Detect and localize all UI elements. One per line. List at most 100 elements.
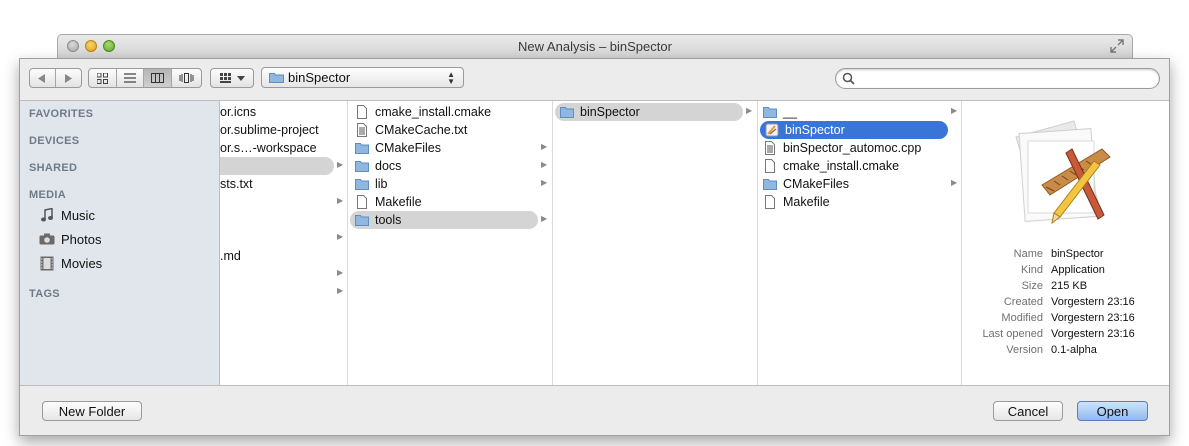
column-view-button[interactable] <box>144 69 172 87</box>
folder-icon <box>763 179 777 190</box>
folder-icon <box>560 107 574 118</box>
search-input[interactable] <box>858 71 1152 87</box>
toolbar: binSpector ▲ ▼ <box>20 59 1169 100</box>
music-note-icon <box>38 208 55 222</box>
search-field[interactable] <box>835 68 1160 89</box>
meta-value: Vorgestern 23:16 <box>1051 328 1135 340</box>
application-preview-icon <box>1015 120 1111 225</box>
item-label: sts.txt <box>220 177 253 191</box>
list-item[interactable]: or.s…-workspace <box>220 139 317 157</box>
list-item-selected[interactable]: binSpector <box>760 121 948 139</box>
disclosure-arrow-icon: ▶ <box>541 160 548 169</box>
meta-value: Application <box>1051 264 1105 276</box>
item-label: cmake_install.cmake <box>375 105 492 119</box>
item-label: binSpector <box>580 105 640 119</box>
meta-row-name: Name binSpector <box>962 248 1169 264</box>
meta-label: Name <box>1013 248 1043 260</box>
disclosure-arrow-icon: ▶ <box>337 160 344 169</box>
back-button[interactable] <box>30 69 56 87</box>
list-item[interactable]: cmake_install.cmake <box>355 103 491 121</box>
meta-label: Version <box>1006 344 1043 356</box>
meta-value: Vorgestern 23:16 <box>1051 312 1135 324</box>
item-label: cmake_install.cmake <box>783 159 900 173</box>
open-button[interactable]: Open <box>1077 401 1148 421</box>
item-label: or.sublime-project <box>220 123 319 137</box>
fullscreen-icon[interactable] <box>1110 39 1124 53</box>
meta-value: 215 KB <box>1051 280 1088 292</box>
list-item[interactable]: docs <box>355 157 401 175</box>
item-label: tools <box>375 213 402 227</box>
browser-column-1: or.icns or.sublime-project or.s…-workspa… <box>220 101 348 385</box>
list-item[interactable]: Makefile <box>355 193 422 211</box>
folder-icon <box>355 179 369 190</box>
item-label: CMakeFiles <box>375 141 441 155</box>
new-folder-button[interactable]: New Folder <box>42 401 142 421</box>
list-view-button[interactable] <box>117 69 145 87</box>
location-popup[interactable]: binSpector ▲ ▼ <box>261 67 464 88</box>
list-item[interactable]: or.sublime-project <box>220 121 319 139</box>
icon-view-icon <box>96 72 108 84</box>
sidebar-heading-tags: TAGS <box>29 288 60 300</box>
application-icon <box>765 123 779 137</box>
item-label: CMakeFiles <box>783 177 849 191</box>
folder-icon <box>355 143 369 154</box>
sidebar-item-label: Music <box>61 207 95 223</box>
sidebar: FAVORITES DEVICES SHARED MEDIA Music Pho… <box>20 101 220 385</box>
forward-button[interactable] <box>56 69 81 87</box>
disclosure-arrow-icon: ▶ <box>951 106 958 115</box>
list-item[interactable]: or.icns <box>220 103 256 121</box>
list-item[interactable]: cmake_install.cmake <box>763 157 899 175</box>
window-titlebar: New Analysis – binSpector <box>57 34 1133 58</box>
forward-arrow-icon <box>65 73 73 83</box>
text-document-icon <box>357 123 367 137</box>
document-icon <box>765 159 775 173</box>
sidebar-item-movies[interactable]: Movies <box>38 253 102 273</box>
item-label: lib <box>375 177 388 191</box>
disclosure-arrow-icon: ▶ <box>337 196 344 205</box>
folder-icon <box>763 107 777 118</box>
chevron-down-icon <box>236 75 245 81</box>
view-mode-selector <box>88 68 202 88</box>
meta-row-created: Created Vorgestern 23:16 <box>962 296 1169 312</box>
list-item[interactable]: CMakeCache.txt <box>355 121 467 139</box>
list-item[interactable]: binSpector_automoc.cpp <box>763 139 921 157</box>
icon-view-button[interactable] <box>89 69 117 87</box>
list-item[interactable]: .md <box>220 247 241 265</box>
item-label: .md <box>220 249 241 263</box>
disclosure-arrow-icon: ▶ <box>541 214 548 223</box>
folder-icon <box>355 161 369 172</box>
popup-arrows-icon: ▲ ▼ <box>447 70 455 86</box>
sidebar-item-music[interactable]: Music <box>38 205 95 225</box>
item-label: or.s…-workspace <box>220 141 317 155</box>
list-item[interactable]: lib <box>355 175 388 193</box>
sidebar-item-photos[interactable]: Photos <box>38 229 101 249</box>
meta-row-version: Version 0.1-alpha <box>962 344 1169 360</box>
disclosure-arrow-icon: ▶ <box>337 268 344 277</box>
meta-label: Modified <box>1001 312 1043 324</box>
list-item[interactable]: sts.txt <box>220 175 253 193</box>
document-icon <box>357 195 367 209</box>
item-label: Makefile <box>375 195 422 209</box>
list-item-selected-path[interactable]: tools <box>350 211 538 229</box>
disclosure-arrow-icon: ▶ <box>541 142 548 151</box>
meta-value: 0.1-alpha <box>1051 344 1097 356</box>
list-item-selected-path[interactable]: binSpector <box>555 103 743 121</box>
list-item[interactable]: CMakeFiles <box>355 139 441 157</box>
camera-icon <box>38 232 55 246</box>
coverflow-view-button[interactable] <box>172 69 201 87</box>
folder-icon <box>355 215 369 226</box>
item-label: binSpector <box>785 123 845 137</box>
meta-row-modified: Modified Vorgestern 23:16 <box>962 312 1169 328</box>
browser-content: FAVORITES DEVICES SHARED MEDIA Music Pho… <box>20 100 1169 386</box>
location-label: binSpector <box>288 70 351 85</box>
disclosure-arrow-icon: ▶ <box>337 232 344 241</box>
list-item[interactable]: Makefile <box>763 193 830 211</box>
arrange-button[interactable] <box>210 68 254 88</box>
list-item-selected-path[interactable] <box>220 157 334 175</box>
film-strip-icon <box>38 256 55 270</box>
list-item[interactable]: __ <box>763 103 797 121</box>
cancel-button[interactable]: Cancel <box>993 401 1063 421</box>
meta-value: Vorgestern 23:16 <box>1051 296 1135 308</box>
document-icon <box>357 105 367 119</box>
list-item[interactable]: CMakeFiles <box>763 175 849 193</box>
